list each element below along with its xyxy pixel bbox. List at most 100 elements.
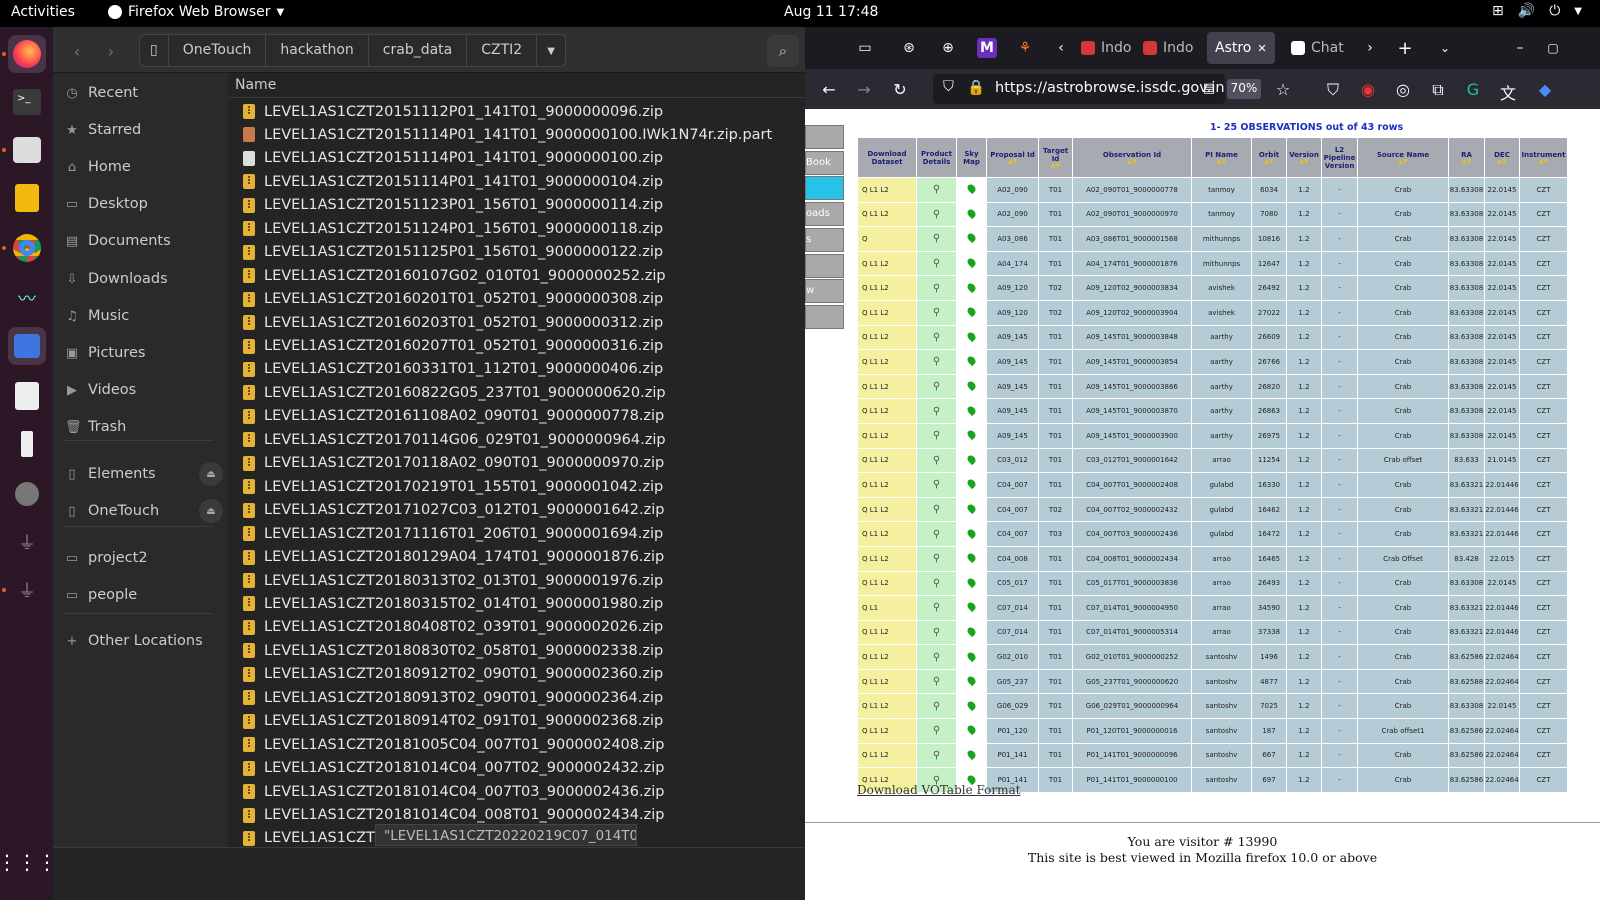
product-details-cell[interactable]: ⚲ — [916, 398, 957, 424]
product-details-cell[interactable]: ⚲ — [916, 693, 957, 720]
download-links[interactable]: Q L1 L2 — [857, 177, 917, 203]
magnifier-icon[interactable]: ⚲ — [933, 455, 940, 466]
browser-tab[interactable]: Chat — [1283, 32, 1345, 64]
sky-map-cell[interactable] — [956, 570, 987, 597]
sky-map-cell[interactable] — [956, 398, 987, 424]
file-list-item[interactable]: LEVEL1AS1CZT20180912T02_090T01_900000236… — [243, 663, 663, 686]
disc-icon[interactable] — [8, 475, 46, 513]
magnifier-icon[interactable]: ⚲ — [933, 258, 940, 269]
file-list-item[interactable]: LEVEL1AS1CZT20160207T01_052T01_900000031… — [243, 335, 663, 358]
file-list-item[interactable]: LEVEL1AS1CZT20151125P01_156T01_900000012… — [243, 241, 663, 264]
map-pin-icon[interactable] — [965, 306, 978, 318]
download-links[interactable]: Q L1 L2 — [857, 447, 917, 474]
map-pin-icon[interactable] — [965, 478, 978, 490]
file-list-item[interactable]: LEVEL1AS1CZT20181014C04_007T02_900000243… — [243, 757, 664, 780]
system-monitor-icon[interactable]: 〰 — [8, 279, 46, 317]
breadcrumb-item[interactable]: hackathon — [266, 35, 369, 66]
sidebar-item-videos[interactable]: ▶ Videos — [65, 375, 223, 405]
product-details-cell[interactable]: ⚲ — [916, 299, 957, 326]
table-header[interactable]: Version ▲▼ — [1286, 137, 1322, 178]
eject-icon[interactable]: ⏏ — [199, 499, 223, 523]
map-pin-icon[interactable] — [965, 650, 978, 662]
sky-map-cell[interactable] — [956, 619, 987, 646]
system-tray[interactable]: ⊞ 🔊 ⏻ ▼ — [1492, 3, 1582, 19]
breadcrumb-item[interactable]: crab_data — [369, 35, 468, 66]
download-links[interactable]: Q L1 L2 — [857, 619, 917, 646]
sort-icon[interactable]: ▲▼ — [1039, 162, 1072, 169]
sort-icon[interactable]: ▲▼ — [1485, 158, 1519, 165]
file-list-item[interactable]: LEVEL1AS1CZT20160331T01_112T01_900000040… — [243, 358, 663, 381]
magnifier-icon[interactable]: ⚲ — [933, 750, 940, 761]
map-pin-icon[interactable] — [965, 625, 978, 638]
screenshot-icon[interactable] — [8, 327, 46, 365]
sort-icon[interactable]: ▲▼ — [1192, 158, 1251, 165]
list-tabs-icon[interactable]: ⌄ — [1435, 38, 1455, 58]
sky-map-cell[interactable] — [956, 299, 987, 326]
page-menu-item[interactable]: s — [805, 227, 844, 252]
magnifier-icon[interactable]: ⚲ — [933, 676, 940, 687]
sidebar-item-downloads[interactable]: ⇩ Downloads — [65, 264, 223, 294]
sidebar-item-starred[interactable]: ★ Starred — [65, 115, 223, 145]
file-list-item[interactable]: LEVEL1AS1CZT20151112P01_141T01_900000009… — [243, 100, 663, 123]
sort-icon[interactable]: ▲▼ — [1449, 158, 1484, 165]
product-details-cell[interactable]: ⚲ — [916, 324, 957, 351]
sky-map-cell[interactable] — [956, 496, 987, 523]
product-details-cell[interactable]: ⚲ — [916, 226, 957, 252]
magnifier-icon[interactable]: ⚲ — [933, 504, 940, 515]
product-details-cell[interactable]: ⚲ — [916, 496, 957, 523]
new-tab-button[interactable]: + — [1395, 38, 1415, 59]
download-links[interactable]: Q L1 L2 — [857, 545, 917, 572]
page-menu-item[interactable]: w — [805, 279, 844, 304]
download-links[interactable]: Q L1 L2 — [857, 472, 917, 498]
file-list-item[interactable]: LEVEL1AS1CZT20160107G02_010T01_900000025… — [243, 264, 666, 287]
firefox-view-icon[interactable]: ▭ — [855, 38, 875, 58]
file-list-item[interactable]: LEVEL1AS1CZT20180408T02_039T01_900000202… — [243, 616, 663, 639]
magnifier-icon[interactable]: ⚲ — [933, 356, 940, 367]
grammarly-icon[interactable]: G — [1463, 80, 1483, 99]
sidebar-item-desktop[interactable]: ▭ Desktop — [65, 189, 223, 219]
product-details-cell[interactable]: ⚲ — [916, 644, 957, 670]
download-links[interactable]: Q L1 L2 — [857, 398, 917, 424]
file-list-item[interactable]: LEVEL1AS1CZT20180914T02_091T01_900000236… — [243, 710, 663, 733]
map-pin-icon[interactable] — [965, 699, 978, 711]
product-details-cell[interactable]: ⚲ — [916, 177, 957, 203]
file-list-item[interactable]: LEVEL1AS1CZT20180913T02_090T01_900000236… — [243, 686, 663, 709]
files-icon[interactable] — [8, 131, 46, 169]
usb-device-icon[interactable] — [8, 425, 46, 463]
map-pin-icon[interactable] — [965, 232, 978, 244]
download-links[interactable]: Q L1 L2 — [857, 521, 917, 547]
map-pin-icon[interactable] — [965, 207, 978, 220]
browser-tab[interactable]: Indo — [1073, 32, 1131, 64]
download-links[interactable]: Q L1 L2 — [857, 275, 917, 301]
usb-drive-icon[interactable]: ⏚ — [8, 523, 46, 561]
map-pin-icon[interactable] — [965, 183, 978, 195]
download-links[interactable]: Q L1 L2 — [857, 693, 917, 720]
product-details-cell[interactable]: ⚲ — [916, 250, 957, 277]
sky-map-cell[interactable] — [956, 595, 987, 621]
file-list-item[interactable]: LEVEL1AS1CZT20151124P01_156T01_900000011… — [243, 217, 663, 240]
extension-blue-icon[interactable]: ◆ — [1535, 80, 1555, 99]
magnifier-icon[interactable]: ⚲ — [933, 553, 940, 564]
magnifier-icon[interactable]: ⚲ — [933, 233, 940, 244]
product-details-cell[interactable]: ⚲ — [916, 275, 957, 301]
eject-icon[interactable]: ⏏ — [199, 462, 223, 486]
breadcrumb-item[interactable]: OneTouch — [169, 35, 267, 66]
file-list-item[interactable]: LEVEL1AS1CZT20161108A02_090T01_900000077… — [243, 405, 664, 428]
sidebar-item-onetouch[interactable]: ▯ OneTouch ⏏ — [65, 496, 223, 526]
file-list-item[interactable]: LEVEL1AS1CZT20170118A02_090T01_900000097… — [243, 452, 664, 475]
magnifier-icon[interactable]: ⚲ — [933, 701, 940, 712]
file-list-item[interactable]: LEVEL1AS1CZT20180315T02_014T01_900000198… — [243, 592, 663, 615]
zoom-level[interactable]: 70% — [1227, 79, 1261, 99]
map-pin-icon[interactable] — [965, 404, 978, 416]
bookmark-star-icon[interactable]: ☆ — [1273, 80, 1293, 99]
back-button[interactable]: ‹ — [61, 35, 93, 67]
table-header[interactable]: Target Id ▲▼ — [1038, 137, 1073, 178]
product-details-cell[interactable]: ⚲ — [916, 447, 957, 474]
product-details-cell[interactable]: ⚲ — [916, 718, 957, 744]
sidebar-item-project2[interactable]: ▭ project2 — [65, 543, 223, 573]
magnifier-icon[interactable]: ⚲ — [933, 184, 940, 195]
sky-map-cell[interactable] — [956, 668, 987, 695]
magnifier-icon[interactable]: ⚲ — [933, 430, 940, 441]
product-details-cell[interactable]: ⚲ — [916, 742, 957, 769]
page-menu-item[interactable] — [805, 176, 844, 201]
